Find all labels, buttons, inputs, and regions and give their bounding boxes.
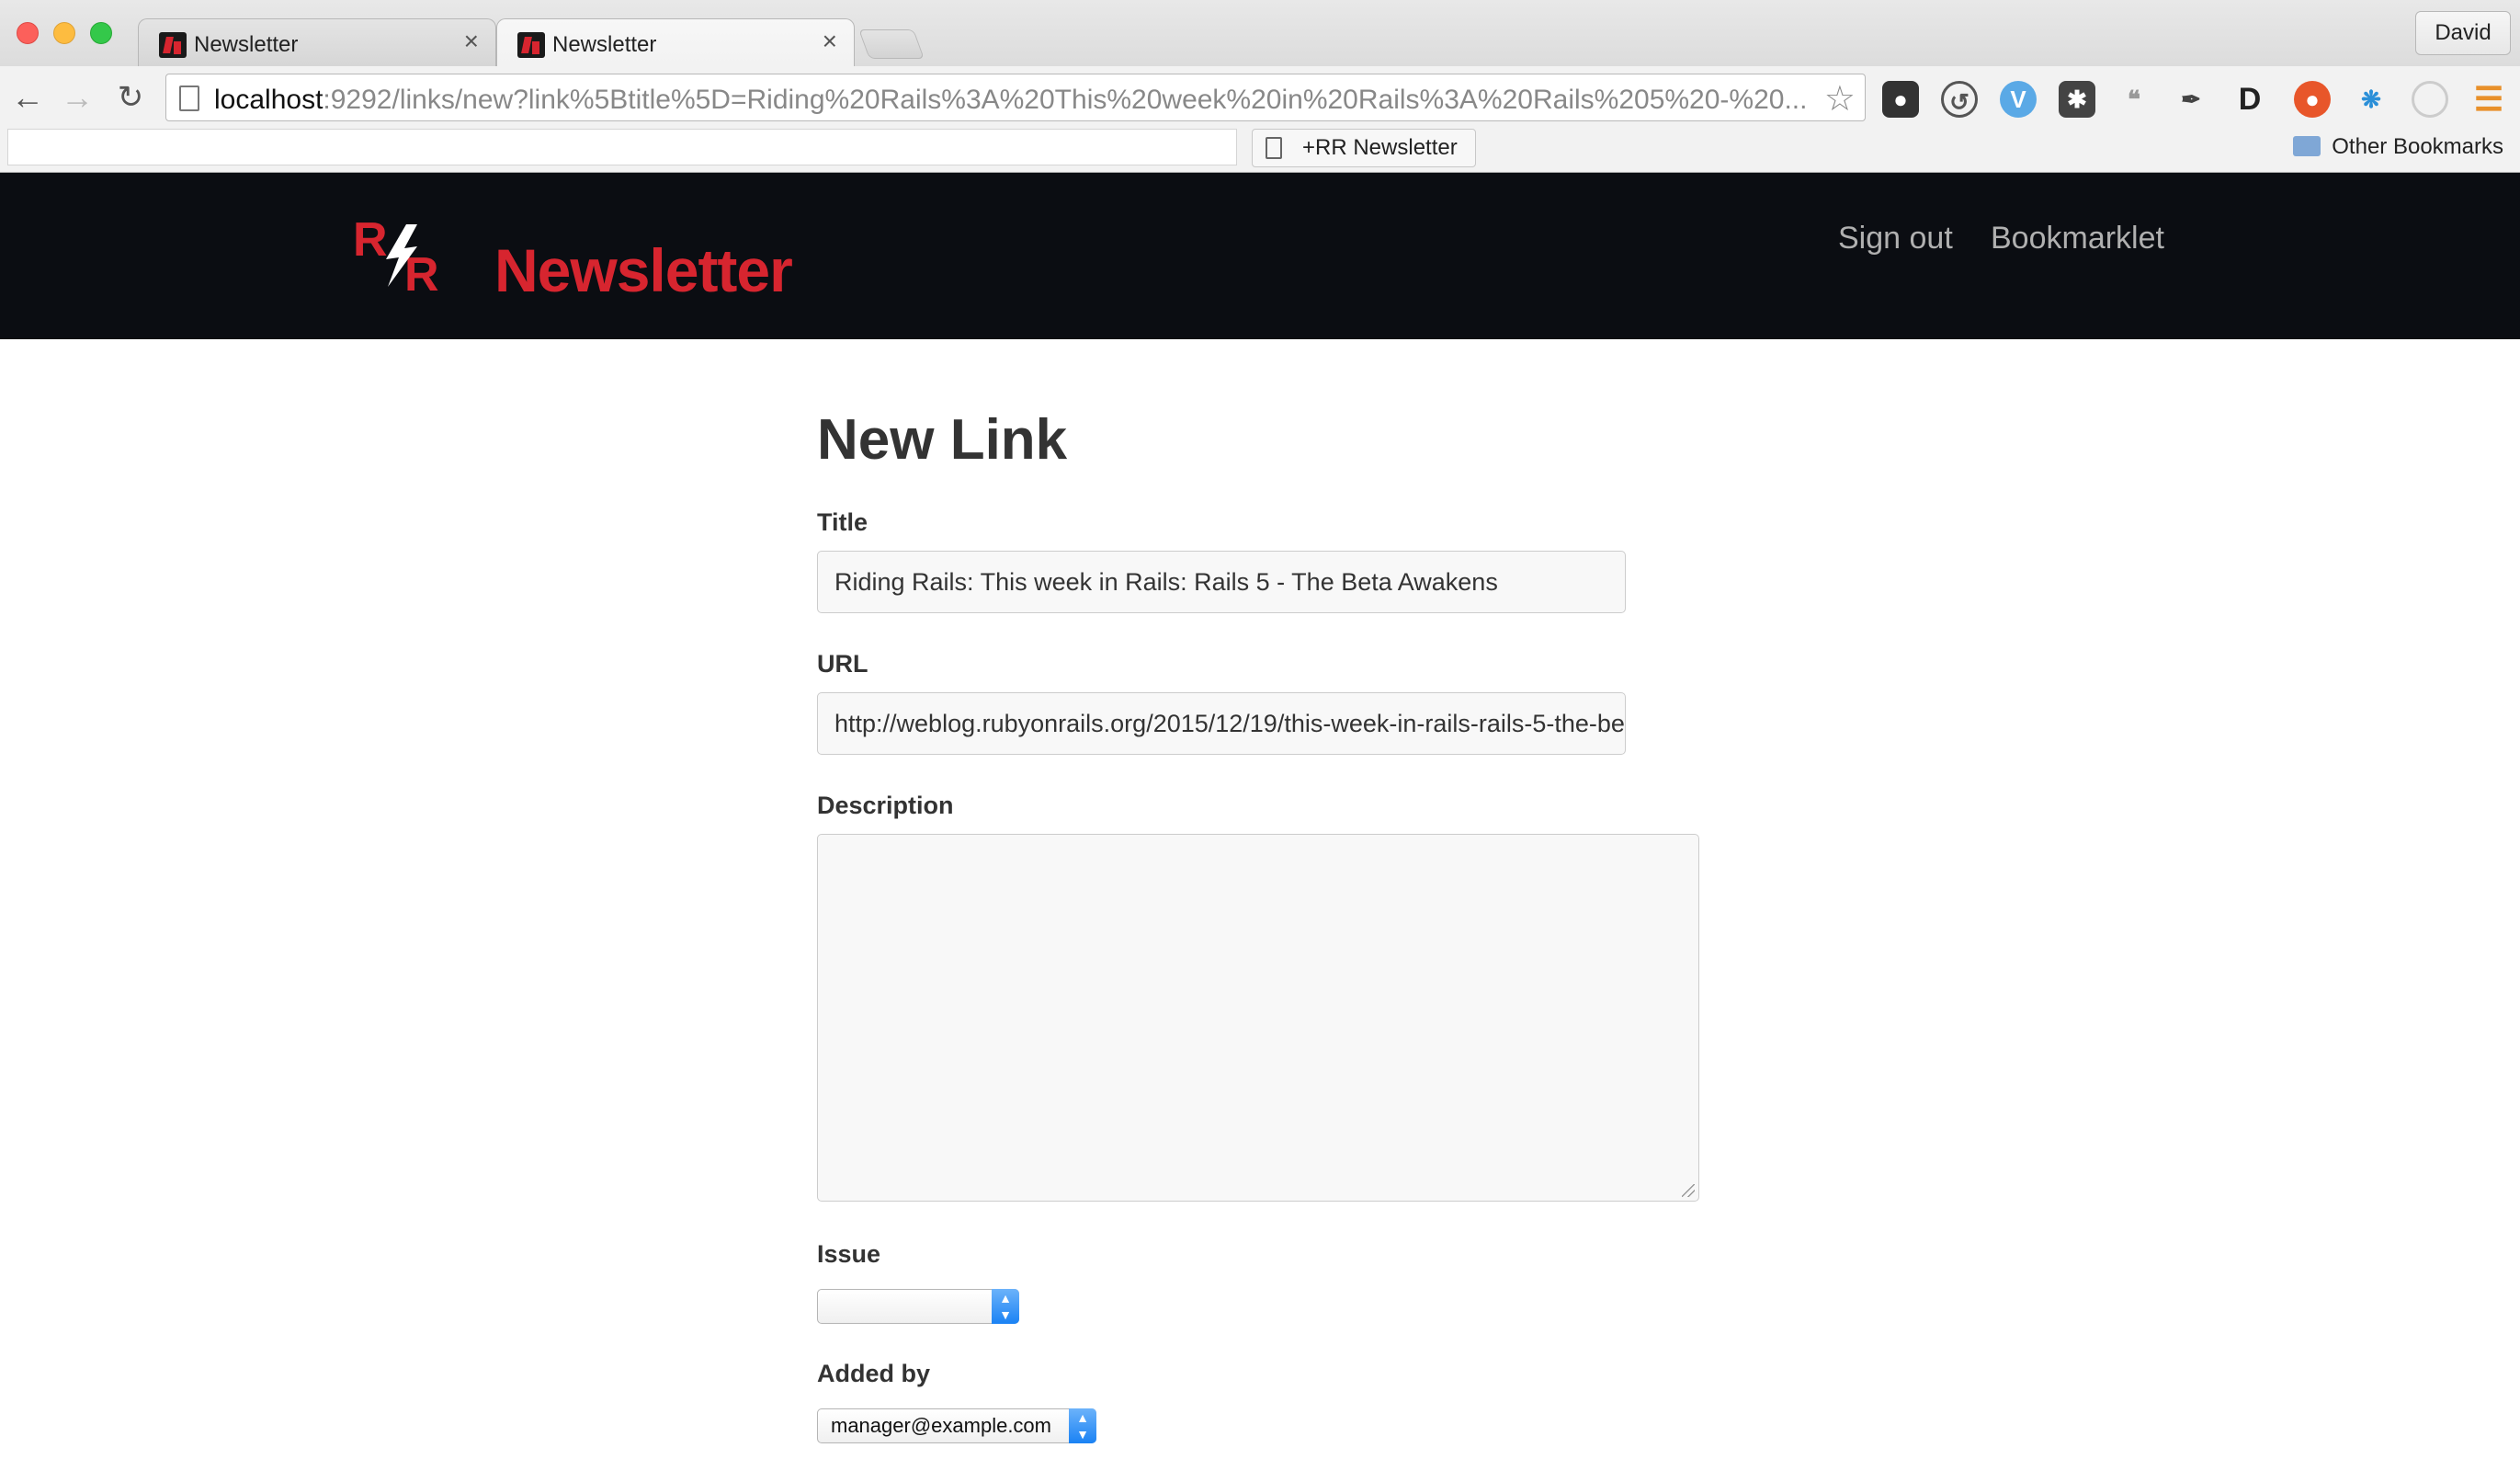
forward-arrow-icon[interactable]: → — [59, 79, 96, 116]
select-arrows-icon: ▲ ▼ — [992, 1289, 1019, 1324]
profile-button[interactable]: David — [2415, 11, 2511, 55]
issue-select[interactable]: ▲ ▼ — [817, 1289, 1019, 1324]
minimize-window-button[interactable] — [53, 22, 75, 44]
close-tab-icon[interactable]: × — [464, 28, 479, 54]
resize-handle-icon[interactable] — [1682, 1184, 1695, 1197]
tab-title: Newsletter — [194, 32, 299, 57]
glasses-extension-icon[interactable]: ● — [1882, 81, 1919, 118]
sign-out-link[interactable]: Sign out — [1838, 221, 1953, 256]
url-input[interactable]: http://weblog.rubyonrails.org/2015/12/19… — [817, 692, 1626, 755]
sync-extension-icon[interactable]: ↺ — [1941, 81, 1978, 118]
bookmarklet-link[interactable]: Bookmarklet — [1991, 221, 2164, 256]
puzzle-extension-icon[interactable]: ✱ — [2059, 81, 2095, 118]
browser-tab-2[interactable]: Newsletter × — [496, 18, 855, 66]
duckduckgo-extension-icon[interactable]: ● — [2294, 81, 2331, 118]
document-icon — [1266, 137, 1282, 159]
zoom-window-button[interactable] — [90, 22, 112, 44]
title-label: Title — [817, 508, 868, 536]
newsletter-favicon-icon — [517, 32, 545, 58]
menu-hamburger-icon[interactable]: ☰ — [2470, 81, 2507, 118]
added-by-select[interactable]: manager@example.com ▲ ▼ — [817, 1408, 1096, 1443]
folder-icon — [2293, 136, 2321, 156]
description-label: Description — [817, 792, 954, 819]
back-arrow-icon[interactable]: ← — [9, 79, 46, 116]
bookmark-star-icon[interactable]: ☆ — [1824, 78, 1856, 120]
bookmarks-empty-area — [7, 129, 1237, 165]
url-label: URL — [817, 650, 868, 678]
issue-label: Issue — [817, 1240, 881, 1268]
page-icon — [179, 85, 199, 111]
rr-logo-icon[interactable]: R R — [353, 211, 463, 294]
new-tab-button[interactable] — [858, 29, 925, 59]
browser-tab-1[interactable]: Newsletter × — [138, 18, 496, 66]
site-header: R R Newsletter Sign out Bookmarklet — [0, 173, 2520, 339]
select-arrows-icon: ▲ ▼ — [1069, 1408, 1096, 1443]
svg-text:R: R — [353, 213, 388, 267]
added-by-label: Added by — [817, 1360, 931, 1387]
tab-title: Newsletter — [552, 32, 657, 57]
brand-title[interactable]: Newsletter — [494, 235, 793, 305]
added-by-selected-value: manager@example.com — [831, 1414, 1051, 1437]
page-title: New Link — [817, 408, 1068, 472]
description-textarea[interactable] — [817, 834, 1699, 1202]
address-url[interactable]: localhost:9292/links/new?link%5Btitle%5D… — [214, 85, 1813, 116]
title-input[interactable]: Riding Rails: This week in Rails: Rails … — [817, 551, 1626, 613]
bookmarks-bar: +RR Newsletter Other Bookmarks — [0, 129, 2520, 173]
close-tab-icon[interactable]: × — [823, 28, 837, 54]
bookmark-rr-newsletter[interactable]: +RR Newsletter — [1252, 129, 1476, 167]
circle-extension-icon[interactable] — [2412, 81, 2448, 118]
newsletter-favicon-icon — [159, 32, 187, 58]
quote-extension-icon[interactable]: ❝ — [2116, 81, 2152, 118]
v-extension-icon[interactable]: V — [2000, 81, 2037, 118]
reload-icon[interactable]: ↻ — [112, 79, 149, 116]
address-bar[interactable]: localhost:9292/links/new?link%5Btitle%5D… — [165, 74, 1866, 121]
close-window-button[interactable] — [17, 22, 39, 44]
d-extension-icon[interactable]: D — [2231, 81, 2268, 118]
browser-tab-strip: Newsletter × Newsletter × David — [0, 0, 2520, 66]
network-extension-icon[interactable]: ❋ — [2353, 81, 2389, 118]
pen-extension-icon[interactable]: ✒ — [2173, 81, 2209, 118]
other-bookmarks-folder[interactable]: Other Bookmarks — [2293, 129, 2503, 167]
